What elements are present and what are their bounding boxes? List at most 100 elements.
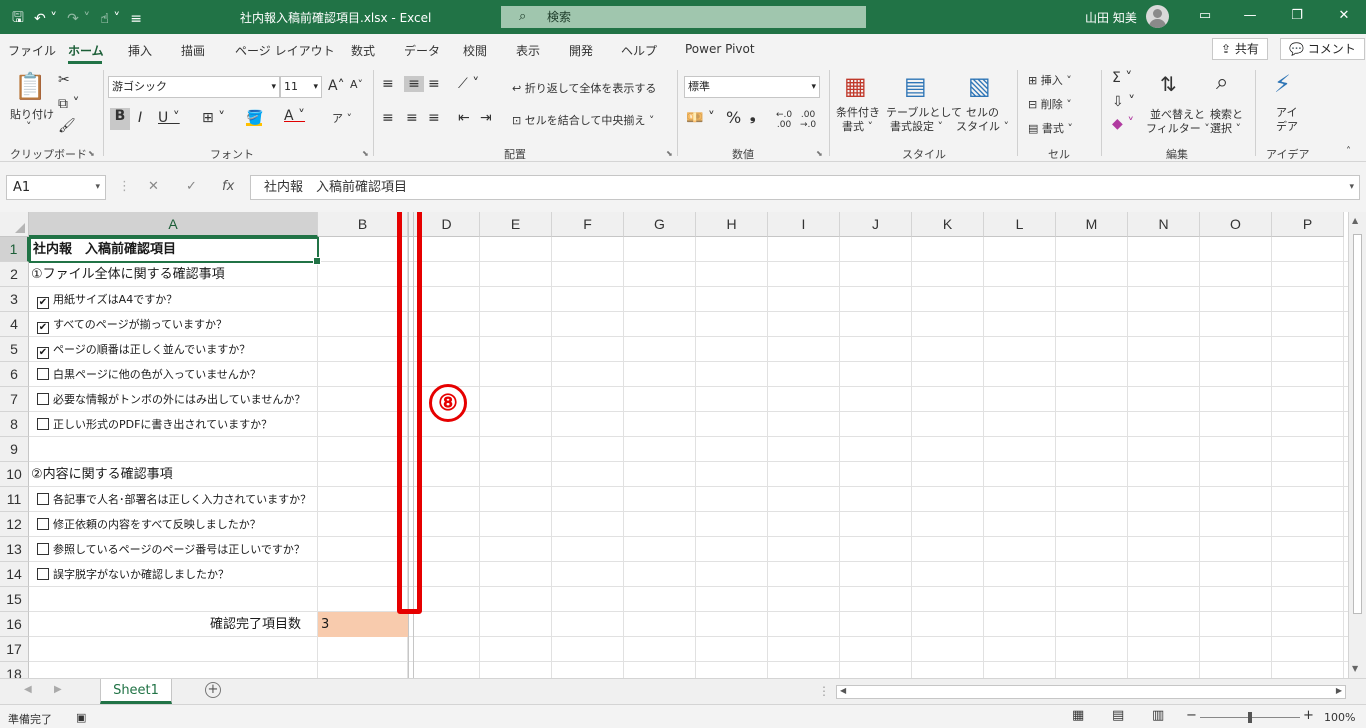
scroll-down-icon[interactable]: ▼ xyxy=(1352,664,1358,673)
formula-input[interactable]: 社内報 入稿前確認項目 ▾ xyxy=(250,175,1360,200)
share-button[interactable]: ⇪ 共有 xyxy=(1212,38,1268,60)
zoom-slider-knob[interactable] xyxy=(1248,712,1252,723)
save-icon[interactable]: 🖫 xyxy=(12,7,24,31)
page-break-view-icon[interactable]: ▥ xyxy=(1152,708,1164,723)
column-header-n[interactable]: N xyxy=(1128,212,1200,237)
autosum-icon[interactable]: Σ ˅ xyxy=(1112,70,1132,86)
scroll-right-icon[interactable]: ▶ xyxy=(1336,686,1342,695)
merge-center-button[interactable]: ⊡ セルを結合して中央揃え ˅ xyxy=(512,112,654,128)
avatar[interactable] xyxy=(1146,5,1169,28)
cell-a3[interactable]: ✔ 用紙サイズはA4ですか？ xyxy=(37,287,177,312)
row-header-8[interactable]: 8 xyxy=(0,412,29,437)
page-layout-view-icon[interactable]: ▤ xyxy=(1112,708,1124,723)
highlighted-cell-b16[interactable] xyxy=(318,612,409,637)
redo-icon[interactable]: ↷ ˅ xyxy=(67,11,90,27)
percent-icon[interactable]: % xyxy=(726,108,741,127)
borders-icon[interactable]: ⊞ ˅ xyxy=(202,110,225,126)
cancel-icon[interactable]: ✕ xyxy=(148,179,159,194)
paste-dropdown-icon[interactable]: ˅ xyxy=(26,120,32,133)
scroll-up-icon[interactable]: ▲ xyxy=(1352,216,1358,225)
cell-a2[interactable]: ①ファイル全体に関する確認事項 xyxy=(31,262,225,287)
close-icon[interactable]: ✕ xyxy=(1334,8,1354,23)
selected-cell-a1[interactable] xyxy=(29,237,321,265)
conditional-format-label-2[interactable]: 書式 ˅ xyxy=(842,118,873,134)
row-header-2[interactable]: 2 xyxy=(0,262,29,287)
name-box[interactable]: A1 ▾ xyxy=(6,175,106,200)
sheet-tab-sheet1[interactable]: Sheet1 xyxy=(100,679,172,704)
column-header-p[interactable]: P xyxy=(1272,212,1344,237)
row-header-13[interactable]: 13 xyxy=(0,537,29,562)
row-header-11[interactable]: 11 xyxy=(0,487,29,512)
wrap-text-button[interactable]: ↩ 折り返して全体を表示する xyxy=(512,80,656,96)
currency-icon[interactable]: 💴 ˅ xyxy=(686,110,715,126)
row-header-7[interactable]: 7 xyxy=(0,387,29,412)
row-header-16[interactable]: 16 xyxy=(0,612,29,637)
align-bottom-icon[interactable]: ≡ xyxy=(428,76,440,92)
search-input[interactable]: ⌕ 検索 xyxy=(501,6,866,28)
row-header-10[interactable]: 10 xyxy=(0,462,29,487)
tab-help[interactable]: ヘルプ xyxy=(621,42,657,59)
font-launcher-icon[interactable]: ⬊ xyxy=(362,149,369,158)
checkbox-unchecked[interactable] xyxy=(37,418,49,430)
normal-view-icon[interactable]: ▦ xyxy=(1072,708,1084,723)
select-all-button[interactable] xyxy=(0,212,29,237)
find-select-icon[interactable]: ⌕ xyxy=(1216,70,1228,95)
cell-a14[interactable]: 誤字脱字がないか確認しましたか？ xyxy=(37,562,229,587)
format-painter-icon[interactable]: 🖌 xyxy=(58,118,76,134)
zoom-slider[interactable] xyxy=(1200,712,1300,723)
cell-a8[interactable]: 正しい形式のPDFに書き出されていますか？ xyxy=(37,412,272,437)
cell-a10[interactable]: ②内容に関する確認事項 xyxy=(31,462,173,487)
ideas-icon[interactable]: ⚡ xyxy=(1274,70,1291,98)
column-header-g[interactable]: G xyxy=(624,212,696,237)
decrease-decimal-icon[interactable]: .00 →.0 xyxy=(800,110,816,130)
scroll-thumb[interactable] xyxy=(1353,234,1362,614)
format-cells-button[interactable]: ▤ 書式 ˅ xyxy=(1028,120,1073,136)
tab-formulas[interactable]: 数式 xyxy=(351,42,375,59)
align-top-icon[interactable]: ≡ xyxy=(382,76,394,92)
horizontal-scrollbar[interactable]: ◀ ▶ xyxy=(836,685,1346,699)
macro-record-icon[interactable]: ▣ xyxy=(76,711,86,724)
column-header-j[interactable]: J xyxy=(840,212,912,237)
row-header-12[interactable]: 12 xyxy=(0,512,29,537)
zoom-in-button[interactable]: + xyxy=(1303,708,1314,723)
find-select-label-2[interactable]: 選択 ˅ xyxy=(1210,120,1241,136)
cell-a5[interactable]: ✔ ページの順番は正しく並んでいますか？ xyxy=(37,337,250,362)
row-header-5[interactable]: 5 xyxy=(0,337,29,362)
tab-page-layout[interactable]: ページ レイアウト xyxy=(235,42,335,59)
collapse-ribbon-icon[interactable]: ˄ xyxy=(1346,146,1351,157)
tab-power-pivot[interactable]: Power Pivot xyxy=(685,42,755,56)
row-header-18[interactable]: 18 xyxy=(0,662,29,678)
user-name[interactable]: 山田 知美 xyxy=(1085,9,1137,26)
sort-filter-icon[interactable]: ⇅ xyxy=(1160,72,1177,96)
row-header-1[interactable]: 1 xyxy=(0,237,29,262)
insert-function-icon[interactable]: fx xyxy=(222,179,234,194)
font-color-icon[interactable]: A ˅ xyxy=(284,108,305,124)
phonetic-icon[interactable]: ア ˅ xyxy=(332,110,352,126)
row-header-6[interactable]: 6 xyxy=(0,362,29,387)
cell-a7[interactable]: 必要な情報がトンボの外にはみ出していませんか？ xyxy=(37,387,305,412)
cell-a16[interactable]: 確認完了項目数 xyxy=(210,612,301,637)
orientation-icon[interactable]: ⟋ ˅ xyxy=(458,76,479,92)
align-left-icon[interactable]: ≡ xyxy=(382,110,394,126)
cell-b16[interactable]: 3 xyxy=(321,612,329,637)
number-launcher-icon[interactable]: ⬊ xyxy=(816,149,823,158)
checkbox-unchecked[interactable] xyxy=(37,518,49,530)
ribbon-display-icon[interactable]: ▭ xyxy=(1195,8,1215,23)
format-as-table-label-2[interactable]: 書式設定 ˅ xyxy=(890,118,943,134)
enter-icon[interactable]: ✓ xyxy=(186,179,197,194)
font-grow-icon[interactable]: A˄ xyxy=(328,78,345,94)
tab-split-handle[interactable]: ⋮ xyxy=(818,684,830,698)
row-header-15[interactable]: 15 xyxy=(0,587,29,612)
ideas-label-2[interactable]: デア xyxy=(1276,118,1298,134)
cell-a6[interactable]: 白黒ページに他の色が入っていませんか？ xyxy=(37,362,261,387)
column-header-o[interactable]: O xyxy=(1200,212,1272,237)
checkbox-unchecked[interactable] xyxy=(37,493,49,505)
decrease-indent-icon[interactable]: ⇤ xyxy=(458,110,470,126)
fill-color-icon[interactable]: 🪣 xyxy=(246,110,263,126)
scroll-left-icon[interactable]: ◀ xyxy=(840,686,846,695)
paste-icon[interactable]: 📋 xyxy=(14,72,46,102)
bold-icon[interactable]: B xyxy=(110,108,130,130)
align-middle-icon[interactable]: ≡ xyxy=(404,76,424,92)
cell-a12[interactable]: 修正依頼の内容をすべて反映しましたか？ xyxy=(37,512,261,537)
checkbox-unchecked[interactable] xyxy=(37,543,49,555)
